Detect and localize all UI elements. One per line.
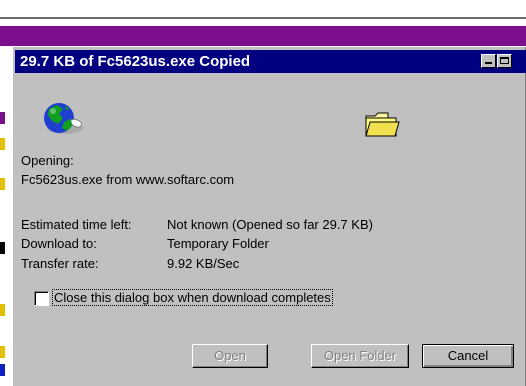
edge-marker — [0, 364, 5, 376]
opening-label: Opening: — [21, 153, 74, 168]
download-dialog: 29.7 KB of Fc5623us.exe Copied Opening: … — [12, 46, 526, 386]
edge-marker — [0, 178, 5, 190]
minimize-button[interactable] — [481, 54, 496, 68]
open-folder-button[interactable]: Open Folder — [311, 344, 409, 368]
edge-marker — [0, 138, 5, 150]
globe-icon — [44, 103, 83, 134]
edge-marker — [0, 304, 5, 316]
estimated-time-value: Not known (Opened so far 29.7 KB) — [167, 217, 373, 232]
edge-marker — [0, 112, 5, 124]
minimize-icon — [485, 62, 492, 64]
transfer-rate-value: 9.92 KB/Sec — [167, 256, 240, 271]
open-button[interactable]: Open — [192, 344, 268, 368]
background-window-toolbar — [0, 0, 526, 26]
file-source-text: Fc5623us.exe from www.softarc.com — [21, 172, 235, 187]
background-window-edge — [0, 46, 12, 386]
cancel-button[interactable]: Cancel — [422, 344, 514, 368]
transfer-rate-label: Transfer rate: — [21, 256, 99, 271]
close-on-complete-checkbox[interactable] — [34, 291, 49, 306]
toolbar-divider — [358, 7, 380, 19]
edge-marker — [0, 242, 5, 254]
download-to-label: Download to: — [21, 236, 97, 251]
toolbar-divider — [490, 7, 512, 19]
maximize-icon — [500, 57, 509, 64]
toolbar-divider — [64, 7, 86, 19]
edge-marker — [0, 346, 5, 358]
background-window-bar — [0, 26, 526, 46]
estimated-time-label: Estimated time left: — [21, 217, 132, 232]
maximize-button[interactable] — [497, 54, 512, 68]
close-on-complete-label[interactable]: Close this dialog box when download comp… — [52, 289, 333, 306]
dialog-title: 29.7 KB of Fc5623us.exe Copied — [20, 53, 251, 70]
download-to-value: Temporary Folder — [167, 236, 269, 251]
toolbar-divider — [226, 7, 248, 19]
dialog-titlebar[interactable]: 29.7 KB of Fc5623us.exe Copied — [15, 50, 526, 73]
folder-icon — [365, 112, 400, 137]
